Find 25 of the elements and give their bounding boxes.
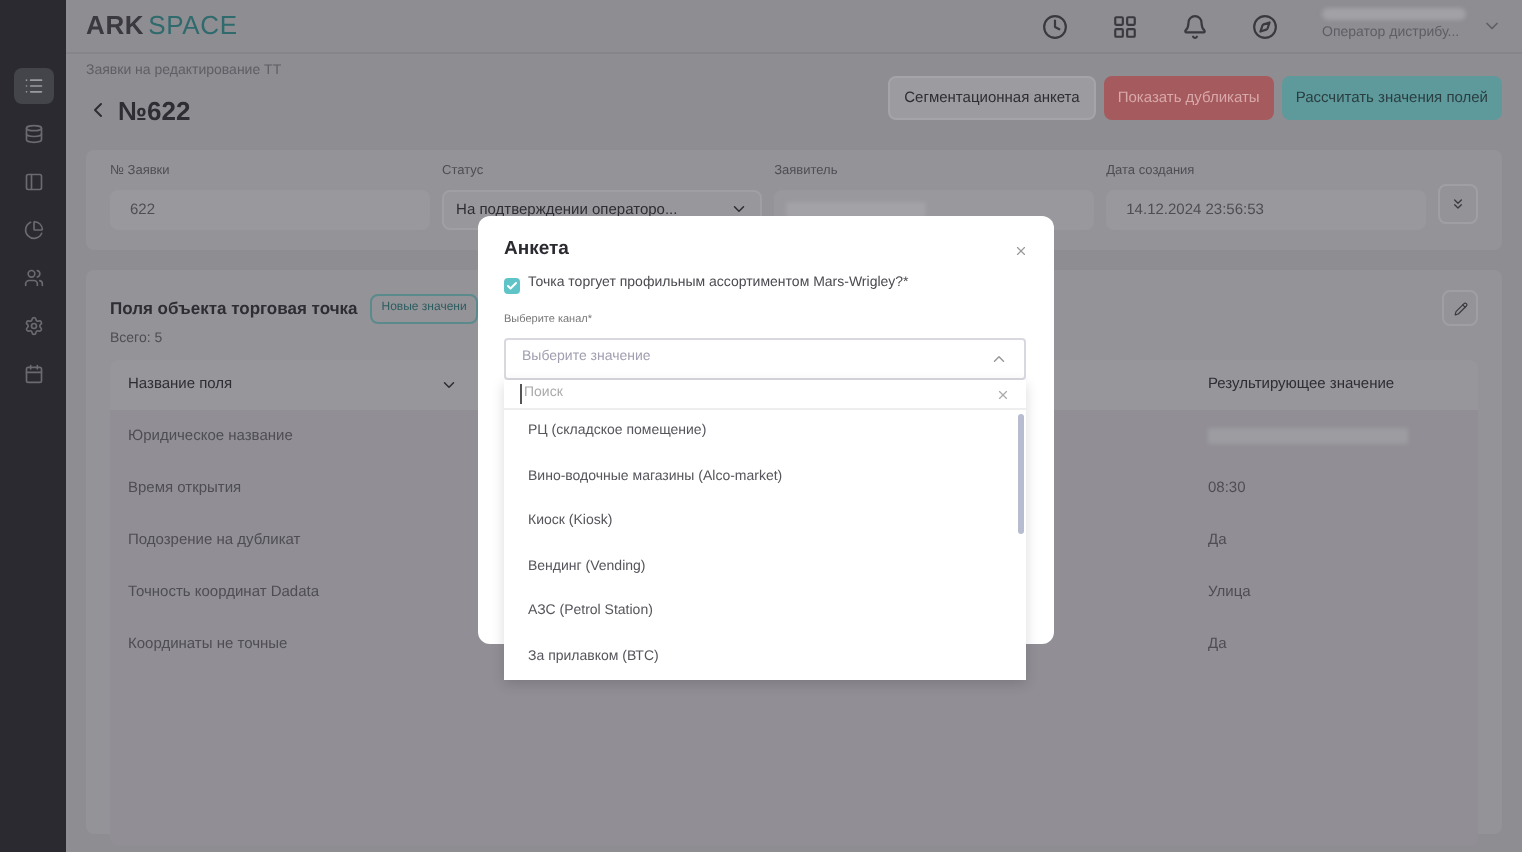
compass-icon[interactable] — [1252, 13, 1278, 39]
clear-icon[interactable] — [996, 387, 1010, 401]
pencil-icon — [1453, 301, 1467, 315]
logo: ARK SPACE — [86, 8, 238, 45]
nav-icon — [23, 124, 43, 144]
nav-icon — [23, 316, 43, 336]
nav-icon — [23, 220, 43, 240]
nav-icon — [23, 172, 43, 192]
caret-icon — [990, 350, 1008, 368]
check-icon — [506, 279, 518, 291]
chevrons-icon — [1450, 196, 1467, 212]
edit-button[interactable] — [1442, 290, 1478, 326]
redacted-text — [786, 201, 927, 218]
page-title: №622 — [118, 93, 191, 129]
close-icon[interactable] — [1014, 243, 1028, 258]
nav-icon — [23, 364, 43, 384]
bell-icon[interactable] — [1182, 13, 1208, 39]
nav-icon — [23, 268, 43, 288]
checkbox[interactable] — [504, 277, 520, 293]
section-title: Поля объекта торговая точка — [110, 295, 358, 321]
apps-icon[interactable] — [1112, 13, 1138, 39]
modal-title: Анкета — [504, 236, 569, 264]
scrollbar-thumb — [1018, 414, 1024, 534]
collapse-button[interactable] — [1438, 184, 1478, 224]
sidebar-item[interactable] — [13, 68, 53, 104]
